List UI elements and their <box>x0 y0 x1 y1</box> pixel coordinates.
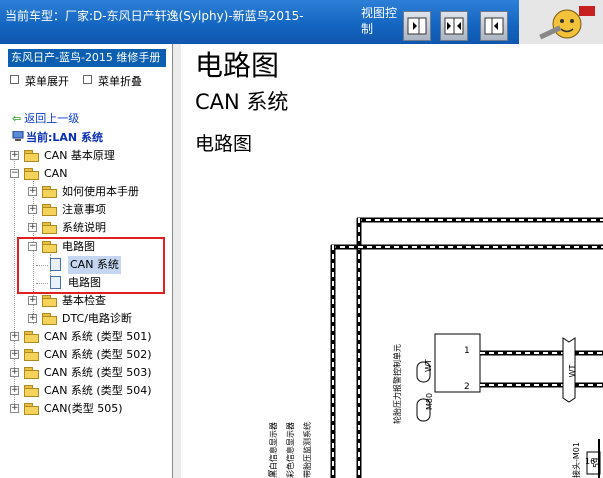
collapse-toggle-icon[interactable]: − <box>10 169 19 178</box>
vertical-label-1: 黑白信息显示器 <box>268 422 278 478</box>
folder-icon <box>24 403 40 415</box>
tree-item-label: DTC/电路诊断 <box>62 312 132 325</box>
content-panel: 电路图 CAN 系统 电路图 1 2 WT 轮胎压力报警控制单元 M80 WT … <box>181 44 603 478</box>
tree-item-label: 注意事项 <box>62 203 106 216</box>
back-link[interactable]: ⇦ 返回上一级 <box>12 110 79 126</box>
navigation-panel: 东风日产-蓝鸟-2015 维修手册 菜单展开 菜单折叠 ⇦ 返回上一级 当前:LA… <box>0 44 173 478</box>
menu-expand-button[interactable]: 菜单展开 <box>10 75 69 89</box>
circuit-diagram: 1 2 WT 轮胎压力报警控制单元 M80 WT 黑白信息显示器 彩色信息显示器… <box>266 217 603 478</box>
back-link-label: 返回上一级 <box>24 112 80 125</box>
tree-item-label: CAN 基本原理 <box>44 149 115 162</box>
folder-icon <box>24 367 40 379</box>
expand-toggle-icon[interactable]: + <box>28 187 37 196</box>
collapse-square-icon <box>83 75 92 84</box>
panel-split-icon <box>444 17 464 35</box>
expand-toggle-icon[interactable]: + <box>10 368 19 377</box>
svg-text:▽: ▽ <box>266 469 275 476</box>
folder-icon <box>42 295 58 307</box>
expand-toggle-icon[interactable]: + <box>10 404 19 413</box>
current-location-label: 当前:LAN 系统 <box>26 131 103 144</box>
mechanic-logo <box>519 0 603 44</box>
expand-toggle-icon[interactable]: + <box>10 151 19 160</box>
expand-toggle-icon[interactable]: + <box>28 314 37 323</box>
can-bus-wires <box>480 350 603 388</box>
folder-icon <box>42 204 58 216</box>
view-control-label: 视图控制 <box>361 6 398 36</box>
pin-16-label: 16 <box>585 457 595 466</box>
tree-item-label: CAN <box>44 167 68 180</box>
view-back-button[interactable] <box>480 11 508 41</box>
folder-icon <box>24 349 40 361</box>
menu-collapse-button[interactable]: 菜单折叠 <box>83 75 142 89</box>
tree-item-label: CAN 系统 (类型 503) <box>44 366 152 379</box>
expand-square-icon <box>10 75 19 84</box>
tree-item-label: CAN(类型 505) <box>44 402 123 415</box>
manual-title: 东风日产-蓝鸟-2015 维修手册 <box>8 49 166 67</box>
tree-item-label: 如何使用本手册 <box>62 185 139 198</box>
folder-icon <box>24 168 40 180</box>
wire-tag-label: WT <box>568 364 577 377</box>
pin-1-label: 1 <box>464 346 470 356</box>
folder-icon <box>42 222 58 234</box>
control-unit-box <box>434 333 481 393</box>
computer-icon <box>12 131 24 141</box>
panel-right-icon <box>407 17 427 35</box>
connector-label: 接头-M01 <box>571 442 581 478</box>
vehicle-info: 当前车型：厂家:D-东风日产轩逸(Sylphy)-新蓝鸟2015- <box>5 9 304 23</box>
vertical-label-2: 彩色信息显示器 <box>285 422 295 478</box>
panel-left-icon <box>484 17 504 35</box>
view-single-button[interactable] <box>403 11 431 41</box>
folder-icon <box>24 150 40 162</box>
folder-icon <box>42 186 58 198</box>
menu-collapse-label: 菜单折叠 <box>98 75 142 88</box>
tree-item-label: CAN 系统 (类型 502) <box>44 348 152 361</box>
view-split-button[interactable] <box>440 11 468 41</box>
expand-toggle-icon[interactable]: + <box>28 296 37 305</box>
tree-item-label: 系统说明 <box>62 221 106 234</box>
expand-toggle-icon[interactable]: + <box>28 205 37 214</box>
expand-toggle-icon[interactable]: + <box>10 332 19 341</box>
tree-item-label: CAN 系统 (类型 504) <box>44 384 152 397</box>
top-toolbar: 当前车型：厂家:D-东风日产轩逸(Sylphy)-新蓝鸟2015- 视图控制 <box>0 0 603 44</box>
back-arrow-icon: ⇦ <box>12 112 22 125</box>
tree-item-label: 基本检查 <box>62 294 106 307</box>
expand-toggle-icon[interactable]: + <box>28 223 37 232</box>
menu-expand-label: 菜单展开 <box>25 75 69 88</box>
highlight-box <box>17 237 165 294</box>
vertical-label-3: 带胎压监测系统 <box>302 422 312 478</box>
wt-small-label: WT <box>424 359 433 372</box>
pin-2-label: 2 <box>464 382 470 392</box>
folder-icon <box>24 331 40 343</box>
folder-icon <box>42 313 58 325</box>
control-unit-label: 轮胎压力报警控制单元 <box>392 344 402 424</box>
tree-item-label: CAN 系统 (类型 501) <box>44 330 152 343</box>
expand-toggle-icon[interactable]: + <box>10 350 19 359</box>
unit-code-label: M80 <box>425 393 434 410</box>
folder-icon <box>24 385 40 397</box>
expand-toggle-icon[interactable]: + <box>10 386 19 395</box>
current-location: 当前:LAN 系统 <box>12 129 103 145</box>
